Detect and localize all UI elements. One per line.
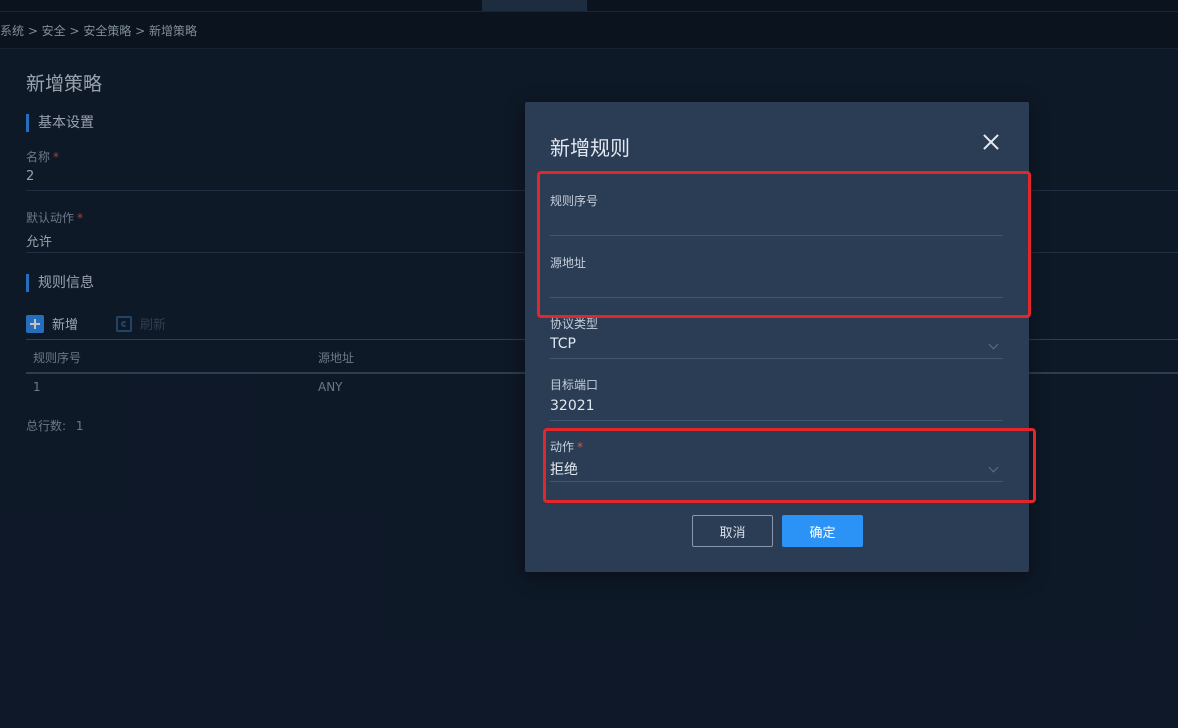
protocol-type-label: 协议类型 <box>550 317 599 331</box>
target-port-label: 目标端口 <box>550 378 599 392</box>
dialog-title: 新增规则 <box>550 136 630 160</box>
confirm-button[interactable]: 确定 <box>782 515 863 547</box>
highlight-box-address-fields <box>537 171 1031 318</box>
target-port-input[interactable]: 32021 <box>550 398 595 414</box>
protocol-type-select[interactable]: TCP <box>550 336 576 352</box>
target-port-underline <box>550 420 1003 421</box>
chevron-down-icon[interactable] <box>988 339 999 350</box>
add-rule-dialog: 新增规则 规则序号 源地址 协议类型 TCP 目标端口 32021 动作 * 拒绝… <box>525 102 1036 572</box>
protocol-type-underline <box>550 358 1003 359</box>
close-icon[interactable] <box>979 130 1003 154</box>
highlight-box-action-field <box>543 428 1036 503</box>
cancel-button[interactable]: 取消 <box>692 515 773 547</box>
